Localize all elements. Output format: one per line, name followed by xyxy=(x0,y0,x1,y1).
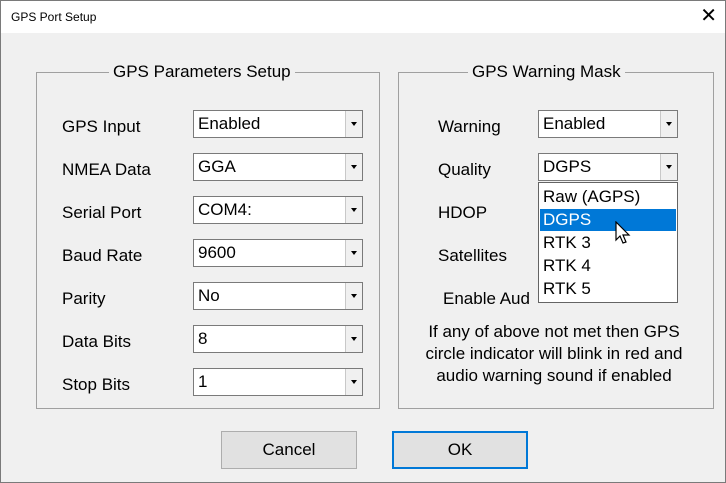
gps-input-label: GPS Input xyxy=(62,117,141,136)
gps-input-combo[interactable]: Enabled xyxy=(193,110,363,138)
parity-label: Parity xyxy=(62,289,106,308)
enable-audio-label: Enable Aud xyxy=(443,289,530,308)
stop-bits-combo[interactable]: 1 xyxy=(193,368,363,396)
quality-option-raw-agps[interactable]: Raw (AGPS) xyxy=(540,186,676,208)
quality-option-dgps[interactable]: DGPS xyxy=(540,209,676,231)
stop-bits-label: Stop Bits xyxy=(62,375,131,394)
quality-dropdown-list[interactable]: Raw (AGPS) DGPS RTK 3 RTK 4 RTK 5 xyxy=(538,182,678,303)
nmea-data-label: NMEA Data xyxy=(62,160,151,179)
gps-input-value: Enabled xyxy=(198,114,261,133)
baud-rate-label: Baud Rate xyxy=(62,246,143,265)
quality-option-rtk4[interactable]: RTK 4 xyxy=(540,255,676,277)
baud-rate-value: 9600 xyxy=(198,243,236,262)
ok-button[interactable]: OK xyxy=(392,431,528,469)
hdop-label: HDOP xyxy=(438,203,488,222)
nmea-data-value: GGA xyxy=(198,157,236,176)
stop-bits-value: 1 xyxy=(198,372,208,391)
parity-combo[interactable]: No xyxy=(193,282,363,310)
dialog-window: GPS Port Setup ✕ GPS Parameters Setup GP… xyxy=(0,0,726,483)
chevron-down-icon[interactable] xyxy=(345,154,362,180)
chevron-down-icon[interactable] xyxy=(660,154,677,180)
satellites-label: Satellites xyxy=(438,246,507,265)
baud-rate-combo[interactable]: 9600 xyxy=(193,239,363,267)
serial-port-label: Serial Port xyxy=(62,203,142,222)
chevron-down-icon[interactable] xyxy=(660,111,677,137)
quality-option-rtk3[interactable]: RTK 3 xyxy=(540,232,676,254)
quality-value: DGPS xyxy=(543,157,592,176)
quality-option-rtk5[interactable]: RTK 5 xyxy=(540,278,676,300)
parity-value: No xyxy=(198,286,220,305)
warning-value: Enabled xyxy=(543,114,606,133)
warning-note: If any of above not met then GPS circle … xyxy=(404,321,704,387)
chevron-down-icon[interactable] xyxy=(345,326,362,352)
chevron-down-icon[interactable] xyxy=(345,283,362,309)
window-title: GPS Port Setup xyxy=(11,10,97,24)
chevron-down-icon[interactable] xyxy=(345,240,362,266)
close-icon[interactable]: ✕ xyxy=(700,6,717,26)
warning-note-line: circle indicator will blink in red and xyxy=(425,344,683,363)
data-bits-value: 8 xyxy=(198,329,208,348)
chevron-down-icon[interactable] xyxy=(345,111,362,137)
gps-parameters-legend: GPS Parameters Setup xyxy=(109,62,295,82)
serial-port-value: COM4: xyxy=(198,200,252,219)
warning-note-line: If any of above not met then GPS xyxy=(428,322,680,341)
gps-warning-mask-legend: GPS Warning Mask xyxy=(468,62,625,82)
title-bar[interactable]: GPS Port Setup ✕ xyxy=(1,1,725,33)
warning-note-line: audio warning sound if enabled xyxy=(436,366,672,385)
data-bits-label: Data Bits xyxy=(62,332,131,351)
warning-label: Warning xyxy=(438,117,501,136)
chevron-down-icon[interactable] xyxy=(345,369,362,395)
serial-port-combo[interactable]: COM4: xyxy=(193,196,363,224)
pointer-cursor-icon xyxy=(615,221,631,244)
warning-combo[interactable]: Enabled xyxy=(538,110,678,138)
cancel-button[interactable]: Cancel xyxy=(221,431,357,469)
chevron-down-icon[interactable] xyxy=(345,197,362,223)
data-bits-combo[interactable]: 8 xyxy=(193,325,363,353)
nmea-data-combo[interactable]: GGA xyxy=(193,153,363,181)
quality-combo[interactable]: DGPS xyxy=(538,153,678,181)
quality-label: Quality xyxy=(438,160,491,179)
